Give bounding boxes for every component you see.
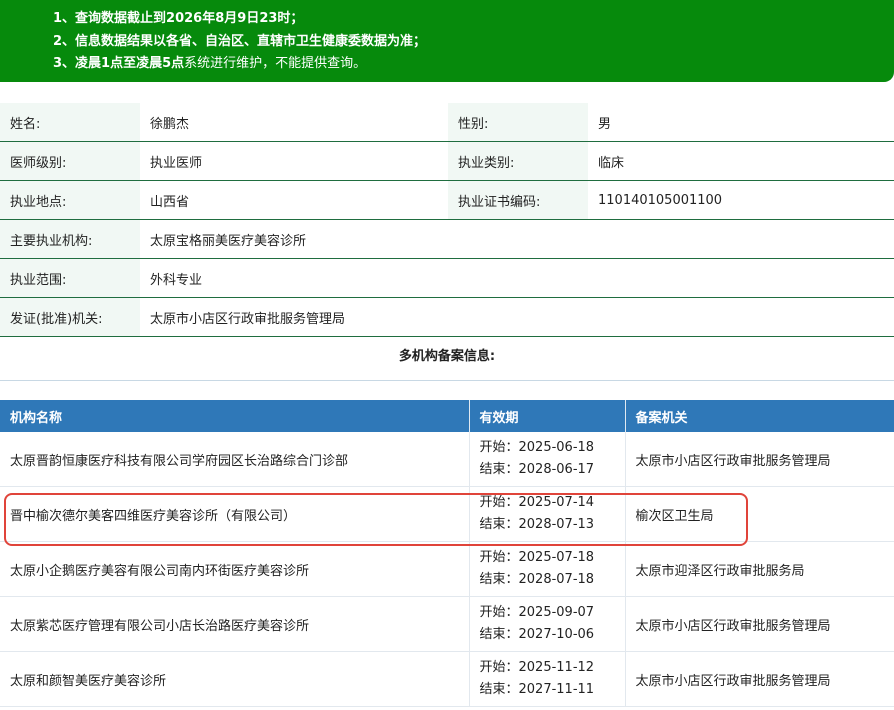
org-value: 太原宝格丽美医疗美容诊所 bbox=[140, 219, 894, 259]
doctor-info-table: 姓名: 徐鹏杰 性别: 男 医师级别: 执业医师 执业类别: 临床 执业地点: … bbox=[0, 103, 894, 337]
category-value: 临床 bbox=[588, 141, 894, 181]
gender-value: 男 bbox=[588, 103, 894, 142]
org-name: 太原小企鹅医疗美容有限公司南内环街医疗美容诊所 bbox=[0, 541, 470, 597]
table-row: 晋中榆次德尔美客四维医疗美容诊所（有限公司） 开始：2025-07-14 结束：2… bbox=[0, 486, 894, 542]
info-row-name: 姓名: 徐鹏杰 性别: 男 bbox=[0, 103, 894, 142]
validity-start: 开始：2025-07-14 bbox=[479, 495, 595, 510]
col-header-authority: 备案机关 bbox=[625, 400, 894, 432]
info-row-issuer: 发证(批准)机关: 太原市小店区行政审批服务管理局 bbox=[0, 297, 894, 337]
org-label: 主要执业机构: bbox=[0, 219, 140, 259]
name-value: 徐鹏杰 bbox=[140, 103, 448, 142]
authority: 榆次区卫生局 bbox=[625, 486, 894, 542]
info-row-location: 执业地点: 山西省 执业证书编码: 110140105001100 bbox=[0, 180, 894, 220]
multi-org-header: 多机构备案信息: bbox=[0, 338, 894, 381]
name-label: 姓名: bbox=[0, 103, 140, 142]
org-filing-table: 机构名称 有效期 备案机关 太原晋韵恒康医疗科技有限公司学府园区长治路综合门诊部… bbox=[0, 400, 894, 707]
table-row: 太原晋韵恒康医疗科技有限公司学府园区长治路综合门诊部 开始：2025-06-18… bbox=[0, 432, 894, 487]
scope-label: 执业范围: bbox=[0, 258, 140, 298]
validity-end: 结束：2027-10-06 bbox=[479, 627, 595, 642]
notice-banner: 1、查询数据截止到2026年8月9日23时； 2、信息数据结果以各省、自治区、直… bbox=[0, 0, 894, 82]
authority: 太原市迎泽区行政审批服务局 bbox=[625, 541, 894, 597]
notice-line-2: 2、信息数据结果以各省、自治区、直辖市卫生健康委数据为准； bbox=[53, 34, 427, 49]
validity-start: 开始：2025-09-07 bbox=[479, 605, 595, 620]
org-table-header: 机构名称 有效期 备案机关 bbox=[0, 400, 894, 432]
validity: 开始：2025-11-12 结束：2027-11-11 bbox=[469, 651, 626, 707]
level-value: 执业医师 bbox=[140, 141, 448, 181]
notice-line-3-bold: 3、凌晨1点至凌晨5点 bbox=[53, 56, 185, 71]
table-row: 太原小企鹅医疗美容有限公司南内环街医疗美容诊所 开始：2025-07-18 结束：… bbox=[0, 541, 894, 597]
authority: 太原市小店区行政审批服务管理局 bbox=[625, 432, 894, 487]
issuer-value: 太原市小店区行政审批服务管理局 bbox=[140, 297, 894, 337]
gender-label: 性别: bbox=[448, 103, 588, 142]
validity-start: 开始：2025-11-12 bbox=[479, 660, 595, 675]
validity: 开始：2025-09-07 结束：2027-10-06 bbox=[469, 596, 626, 652]
validity-end: 结束：2028-07-18 bbox=[479, 572, 595, 587]
info-row-scope: 执业范围: 外科专业 bbox=[0, 258, 894, 298]
authority: 太原市小店区行政审批服务管理局 bbox=[625, 596, 894, 652]
info-row-org: 主要执业机构: 太原宝格丽美医疗美容诊所 bbox=[0, 219, 894, 259]
validity-start: 开始：2025-06-18 bbox=[479, 440, 595, 455]
org-name: 太原和颜智美医疗美容诊所 bbox=[0, 651, 470, 707]
info-row-level: 医师级别: 执业医师 执业类别: 临床 bbox=[0, 141, 894, 181]
authority: 太原市小店区行政审批服务管理局 bbox=[625, 651, 894, 707]
location-value: 山西省 bbox=[140, 180, 448, 220]
cert-value: 110140105001100 bbox=[588, 180, 894, 220]
validity-end: 结束：2027-11-11 bbox=[479, 682, 595, 697]
col-header-validity: 有效期 bbox=[469, 400, 626, 432]
org-name: 晋中榆次德尔美客四维医疗美容诊所（有限公司） bbox=[0, 486, 470, 542]
scope-value: 外科专业 bbox=[140, 258, 894, 298]
validity: 开始：2025-07-14 结束：2028-07-13 bbox=[469, 486, 626, 542]
validity-start: 开始：2025-07-18 bbox=[479, 550, 595, 565]
org-name: 太原紫芯医疗管理有限公司小店长治路医疗美容诊所 bbox=[0, 596, 470, 652]
notice-line-3: 3、凌晨1点至凌晨5点系统进行维护，不能提供查询。 bbox=[53, 52, 366, 71]
validity-end: 结束：2028-07-13 bbox=[479, 517, 595, 532]
category-label: 执业类别: bbox=[448, 141, 588, 181]
org-name: 太原晋韵恒康医疗科技有限公司学府园区长治路综合门诊部 bbox=[0, 432, 470, 487]
notice-line-1: 1、查询数据截止到2026年8月9日23时； bbox=[53, 11, 304, 26]
validity: 开始：2025-06-18 结束：2028-06-17 bbox=[469, 432, 626, 487]
issuer-label: 发证(批准)机关: bbox=[0, 297, 140, 337]
validity-end: 结束：2028-06-17 bbox=[479, 462, 595, 477]
col-header-org-name: 机构名称 bbox=[0, 400, 470, 432]
cert-label: 执业证书编码: bbox=[448, 180, 588, 220]
table-row: 太原紫芯医疗管理有限公司小店长治路医疗美容诊所 开始：2025-09-07 结束：… bbox=[0, 596, 894, 652]
level-label: 医师级别: bbox=[0, 141, 140, 181]
table-row: 太原和颜智美医疗美容诊所 开始：2025-11-12 结束：2027-11-11 … bbox=[0, 651, 894, 707]
validity: 开始：2025-07-18 结束：2028-07-18 bbox=[469, 541, 626, 597]
notice-line-3-normal: 系统进行维护，不能提供查询。 bbox=[184, 56, 367, 71]
location-label: 执业地点: bbox=[0, 180, 140, 220]
